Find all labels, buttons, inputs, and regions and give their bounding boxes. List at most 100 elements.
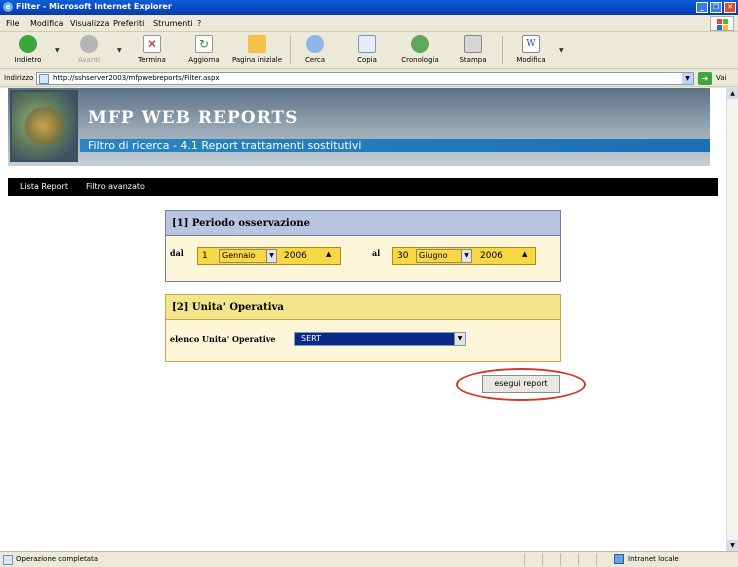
period-panel: [1] Periodo osservazione dal 1 Gennaio ▼… (165, 210, 561, 282)
edit-label: Modifica (516, 56, 546, 64)
status-cell (560, 553, 576, 566)
scroll-up-icon[interactable]: ▲ (727, 88, 738, 99)
to-year[interactable]: 2006 (480, 251, 503, 261)
forward-button[interactable]: Avanti (72, 35, 106, 64)
from-year-spin-icon[interactable]: ▲ (326, 250, 331, 258)
ie-logo-icon: e (3, 2, 13, 12)
copy-label: Copia (357, 56, 377, 64)
to-label: al (372, 248, 381, 258)
go-button[interactable]: Vai (716, 74, 726, 82)
refresh-label: Aggiorna (188, 56, 220, 64)
status-cell (524, 553, 540, 566)
stop-label: Termina (138, 56, 166, 64)
stop-button[interactable]: ✕ Termina (134, 35, 170, 64)
security-zone: Intranet locale (628, 555, 679, 563)
app-logo (10, 90, 78, 162)
from-month-select[interactable]: Gennaio ▼ (219, 249, 277, 263)
toolbar-separator (502, 36, 503, 64)
history-icon (411, 35, 429, 53)
menu-help[interactable]: ? (197, 19, 201, 28)
history-button[interactable]: Cronologia (400, 35, 440, 64)
chevron-down-icon: ▼ (454, 333, 465, 345)
forward-dropdown-icon[interactable]: ▼ (117, 47, 122, 54)
address-input[interactable]: http://sshserver2003/mfpwebreports/Filte… (36, 72, 694, 85)
nav-bar: Lista Report Filtro avanzato (8, 178, 718, 196)
go-arrow-icon[interactable]: ➜ (698, 72, 712, 85)
status-bar: Operazione completata Intranet locale (0, 551, 738, 567)
menu-modifica[interactable]: Modifica (30, 19, 63, 28)
from-year[interactable]: 2006 (284, 251, 307, 261)
back-button[interactable]: Indietro (10, 35, 46, 64)
home-label: Pagina iniziale (231, 56, 283, 64)
maximize-button[interactable]: ❐ (710, 2, 722, 13)
status-cell (596, 553, 612, 566)
page-icon (39, 74, 49, 84)
app-banner: MFP WEB REPORTS Filtro di ricerca - 4.1 … (8, 88, 710, 166)
address-bar: Indirizzo http://sshserver2003/mfpwebrep… (0, 70, 738, 87)
back-dropdown-icon[interactable]: ▼ (55, 47, 60, 54)
chevron-down-icon: ▼ (266, 250, 276, 262)
history-label: Cronologia (401, 56, 439, 64)
back-arrow-icon (19, 35, 37, 53)
minimize-button[interactable]: _ (696, 2, 708, 13)
menu-file[interactable]: File (6, 19, 19, 28)
to-month-select[interactable]: Giugno ▼ (416, 249, 472, 263)
menu-strumenti[interactable]: Strumenti (153, 19, 193, 28)
search-label: Cerca (304, 56, 326, 64)
status-cell (578, 553, 594, 566)
from-label: dal (170, 248, 184, 258)
to-day[interactable]: 30 (397, 251, 408, 261)
refresh-button[interactable]: ↻ Aggiorna (184, 35, 224, 64)
to-year-spin-icon[interactable]: ▲ (522, 250, 527, 258)
nav-filtro-avanzato[interactable]: Filtro avanzato (86, 182, 145, 191)
vertical-scrollbar[interactable]: ▲ ▼ (726, 88, 738, 551)
intranet-zone-icon (614, 554, 624, 564)
stop-icon: ✕ (143, 35, 161, 53)
period-panel-body: dal 1 Gennaio ▼ 2006 ▲ al 30 Giugno ▼ 20… (165, 236, 561, 282)
page-content: MFP WEB REPORTS Filtro di ricerca - 4.1 … (0, 88, 726, 551)
menu-bar: File Modifica Visualizza Preferiti Strum… (0, 15, 738, 32)
from-day[interactable]: 1 (202, 251, 208, 261)
print-label: Stampa (459, 56, 487, 64)
forward-label: Avanti (78, 56, 100, 64)
edit-dropdown-icon[interactable]: ▼ (559, 47, 564, 54)
menu-preferiti[interactable]: Preferiti (113, 19, 144, 28)
unit-selected-value: SERT (301, 334, 321, 343)
address-dropdown-icon[interactable]: ▼ (682, 73, 693, 84)
nav-lista-report[interactable]: Lista Report (20, 182, 68, 191)
home-icon (248, 35, 266, 53)
from-month-value: Gennaio (222, 251, 256, 260)
home-button[interactable]: Pagina iniziale (230, 35, 284, 64)
app-title: MFP WEB REPORTS (88, 108, 299, 128)
word-edit-icon: W (522, 35, 540, 53)
window-title: Filter - Microsoft Internet Explorer (16, 2, 172, 11)
highlight-ellipse (456, 368, 586, 401)
windows-flag-icon (710, 16, 734, 31)
address-label: Indirizzo (4, 74, 34, 82)
refresh-icon: ↻ (195, 35, 213, 53)
unit-panel-body: elenco Unita' Operative SERT ▼ (165, 320, 561, 362)
page-done-icon (3, 555, 13, 565)
unit-select[interactable]: SERT ▼ (294, 332, 466, 346)
forward-arrow-icon (80, 35, 98, 53)
toolbar: Indietro ▼ Avanti ▼ ✕ Termina ↻ Aggiorna… (0, 32, 738, 69)
status-cell (542, 553, 558, 566)
page-subtitle: Filtro di ricerca - 4.1 Report trattamen… (88, 139, 362, 152)
search-button[interactable]: Cerca (300, 35, 330, 64)
address-url[interactable]: http://sshserver2003/mfpwebreports/Filte… (53, 74, 220, 82)
period-panel-title: [1] Periodo osservazione (165, 210, 561, 236)
print-button[interactable]: Stampa (458, 35, 488, 64)
print-icon (464, 35, 482, 53)
copy-button[interactable]: Copia (354, 35, 380, 64)
scroll-down-icon[interactable]: ▼ (727, 540, 738, 551)
edit-button[interactable]: W Modifica (514, 35, 548, 64)
toolbar-separator (290, 36, 291, 64)
back-label: Indietro (14, 56, 42, 64)
unit-panel: [2] Unita' Operativa elenco Unita' Opera… (165, 294, 561, 362)
close-button[interactable]: ✕ (724, 2, 736, 13)
menu-visualizza[interactable]: Visualizza (70, 19, 109, 28)
window-titlebar: e Filter - Microsoft Internet Explorer _… (0, 0, 738, 15)
copy-icon (358, 35, 376, 53)
to-month-value: Giugno (419, 251, 448, 260)
unit-panel-title: [2] Unita' Operativa (165, 294, 561, 320)
